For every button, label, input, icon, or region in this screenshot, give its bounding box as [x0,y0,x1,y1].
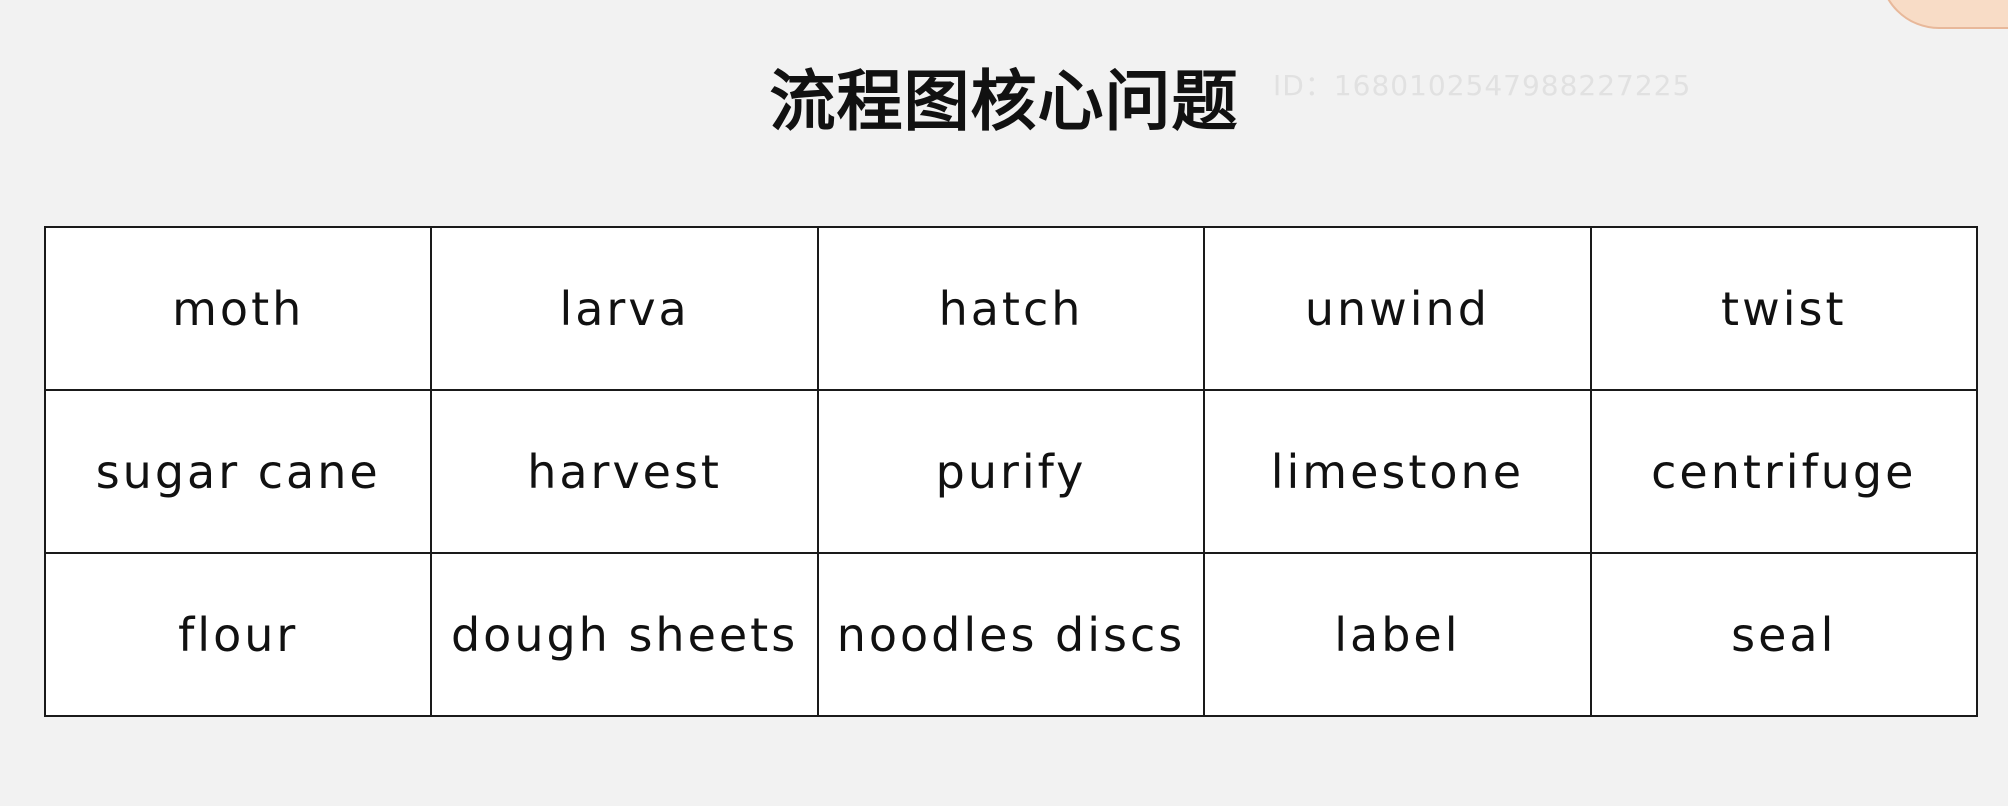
table-cell: sugar cane [43,389,433,554]
table-cell: larva [430,226,819,391]
table-cell: seal [1589,552,1979,717]
table-cell: flour [43,552,433,717]
table-cell: harvest [430,389,819,554]
table-cell: noodles discs [816,552,1206,717]
page-title: 流程图核心问题 [769,63,1239,140]
table-row: flour dough sheets noodles discs label s… [43,552,1979,717]
table-cell: centrifuge [1589,389,1979,554]
table-cell: twist [1589,226,1979,391]
table-cell: limestone [1203,389,1592,554]
table-row: moth larva hatch unwind twist [43,226,1979,391]
id-watermark: ID：1680102547988227225 [1273,69,1692,102]
table-cell: hatch [816,226,1206,391]
table-row: sugar cane harvest purify limestone cent… [43,389,1979,554]
word-table: moth larva hatch unwind twist sugar cane… [43,226,1979,717]
table-cell: moth [43,226,433,391]
corner-decoration [1879,0,2008,29]
table-cell: unwind [1203,226,1592,391]
table-cell: purify [816,389,1206,554]
table-cell: dough sheets [430,552,819,717]
table-cell: label [1203,552,1592,717]
